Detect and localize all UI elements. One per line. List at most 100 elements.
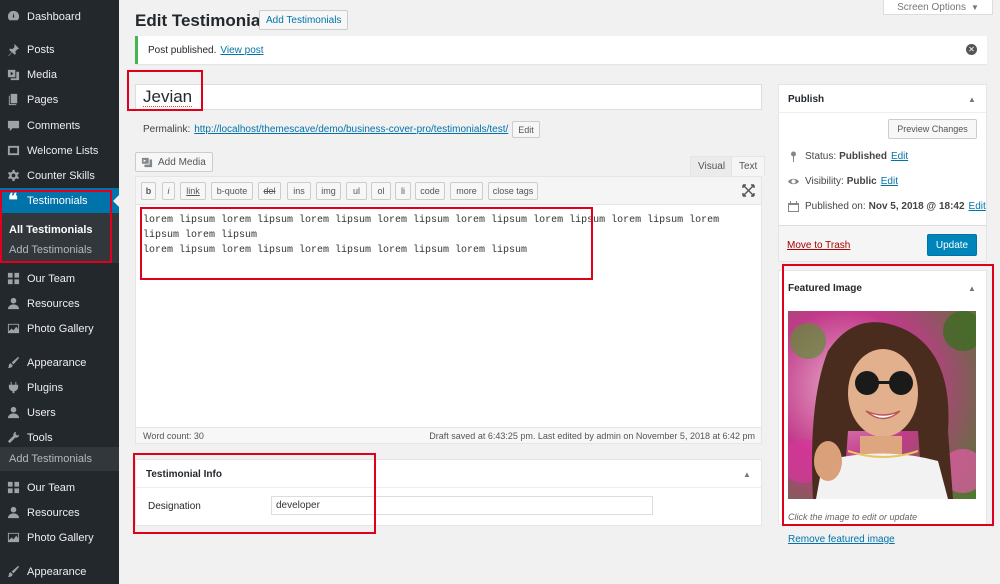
sidebar-item-resources-2[interactable]: Resources [0,500,119,525]
published-label: Published on: [805,201,866,212]
publish-header[interactable]: Publish ▲ [779,85,986,113]
collapse-arrow-icon[interactable]: ▲ [968,284,976,293]
submenu-add-testimonials[interactable]: Add Testimonials [9,244,92,256]
visibility-value: Public [846,176,877,187]
sidebar-item-our-team[interactable]: Our Team [0,266,119,291]
welcome-icon [6,144,20,158]
sidebar-item-photo-gallery-2[interactable]: Photo Gallery [0,525,119,550]
dismiss-icon[interactable]: ✕ [966,44,977,55]
featured-image-title: Featured Image [788,283,862,294]
fullscreen-icon[interactable] [742,184,755,197]
view-post-link[interactable]: View post [220,45,263,56]
sidebar-item-resources[interactable]: Resources [0,291,119,316]
word-count: Word count: 30 [143,431,204,441]
sidebar-item-plugins[interactable]: Plugins [0,375,119,400]
testimonial-info-header[interactable]: Testimonial Info ▲ [136,460,761,488]
status-label: Status: [805,151,837,162]
sidebar-item-counter-skills[interactable]: Counter Skills [0,163,119,188]
sidebar-item-our-team-2[interactable]: Our Team [0,475,119,500]
featured-image-caption: Click the image to edit or update [788,512,918,522]
preview-changes-button[interactable]: Preview Changes [888,119,977,139]
add-media-button[interactable]: Add Media [135,152,213,172]
add-testimonials-button[interactable]: Add Testimonials [259,10,349,30]
qt-more-button[interactable]: more [450,182,483,200]
screen-options-button[interactable]: Screen Options ▼ [883,0,993,15]
publish-metabox: Publish ▲ Preview Changes Status: Publis… [778,84,987,262]
designation-label: Designation [148,501,201,512]
qt-li-button[interactable]: li [395,182,411,200]
tab-visual[interactable]: Visual [690,156,734,176]
status-edit-link[interactable]: Edit [891,151,908,162]
add-media-label: Add Media [158,156,206,168]
permalink-label: Permalink: [143,124,191,135]
sidebar-item-appearance[interactable]: Appearance [0,350,119,375]
qt-code-button[interactable]: code [415,182,445,200]
caret-down-icon: ▼ [971,2,979,12]
quicktags-toolbar: b i link b-quote del ins img ul ol li co… [136,177,761,205]
qt-ins-button[interactable]: ins [287,182,311,200]
sidebar-item-photo-gallery[interactable]: Photo Gallery [0,316,119,341]
sidebar-item-posts[interactable]: Posts [0,37,119,62]
grid-icon [6,272,20,286]
sidebar-item-welcome-lists[interactable]: Welcome Lists [0,138,119,163]
qt-ul-button[interactable]: ul [346,182,367,200]
sidebar-item-testimonials[interactable]: ❝ Testimonials [0,188,119,213]
sidebar-item-pages[interactable]: Pages [0,87,119,112]
visibility-row: Visibility: Public Edit [788,176,898,187]
qt-italic-button[interactable]: i [162,182,175,200]
submenu-all-testimonials[interactable]: All Testimonials [9,224,93,236]
status-row: Status: Published Edit [788,151,908,162]
designation-input[interactable] [271,496,653,515]
paintbrush-icon [6,356,20,370]
publish-actions: Move to Trash Update [779,225,986,261]
sidebar-item-appearance-2[interactable]: Appearance [0,559,119,584]
eye-icon [788,176,799,187]
comment-icon [6,119,20,133]
featured-image-metabox: Featured Image ▲ Click the image to edit… [778,270,987,525]
visibility-label: Visibility: [805,176,844,187]
qt-del-button[interactable]: del [258,182,281,200]
sidebar-item-users[interactable]: Users [0,400,119,425]
notice-text: Post published. [148,44,217,56]
draft-saved-status: Draft saved at 6:43:25 pm. Last edited b… [429,431,755,441]
sidebar-item-media[interactable]: Media [0,62,119,87]
status-value: Published [839,151,887,162]
admin-sidebar: Dashboard Posts Media Pages Comments Wel… [0,0,119,584]
sidebar-add-testimonials[interactable]: Add Testimonials [0,447,119,471]
plugin-icon [6,381,20,395]
qt-bquote-button[interactable]: b-quote [211,182,253,200]
content-line: lorem lipsum lorem lipsum lorem lipsum l… [143,245,528,256]
title-input[interactable]: Jevian [135,84,762,110]
sidebar-item-dashboard[interactable]: Dashboard [0,4,119,29]
pin-icon [788,151,799,162]
collapse-arrow-icon[interactable]: ▲ [968,95,976,104]
qt-close-tags-button[interactable]: close tags [488,182,538,200]
media-icon [6,68,20,82]
published-edit-link[interactable]: Edit [969,201,986,212]
quote-icon: ❝ [8,190,18,210]
qt-ol-button[interactable]: ol [371,182,391,200]
media-icon [141,157,153,167]
testimonials-submenu: All Testimonials Add Testimonials [0,213,119,263]
pushpin-icon [6,43,20,57]
permalink-url[interactable]: http://localhost/themescave/demo/busines… [194,124,508,135]
title-value: Jevian [143,87,193,107]
content-line: lorem lipsum lorem lipsum lorem lipsum l… [143,215,720,241]
permalink-edit-button[interactable]: Edit [512,121,540,138]
editor-textarea[interactable]: lorem lipsum lorem lipsum lorem lipsum l… [143,213,755,258]
qt-bold-button[interactable]: b [141,182,156,200]
screen-options-label: Screen Options [897,1,966,13]
page-title: Edit Testimonial [135,11,266,30]
collapse-arrow-icon[interactable]: ▲ [743,470,751,479]
remove-featured-image-link[interactable]: Remove featured image [788,534,895,545]
testimonial-info-metabox: Testimonial Info ▲ Designation [135,459,762,526]
update-button[interactable]: Update [927,234,977,256]
visibility-edit-link[interactable]: Edit [881,176,898,187]
qt-link-button[interactable]: link [180,182,206,200]
qt-img-button[interactable]: img [316,182,341,200]
featured-image-photo[interactable] [788,311,976,499]
move-to-trash-link[interactable]: Move to Trash [787,240,850,251]
tab-text[interactable]: Text [731,156,766,176]
editor-status-bar: Word count: 30 Draft saved at 6:43:25 pm… [136,427,761,443]
sidebar-item-comments[interactable]: Comments [0,113,119,138]
